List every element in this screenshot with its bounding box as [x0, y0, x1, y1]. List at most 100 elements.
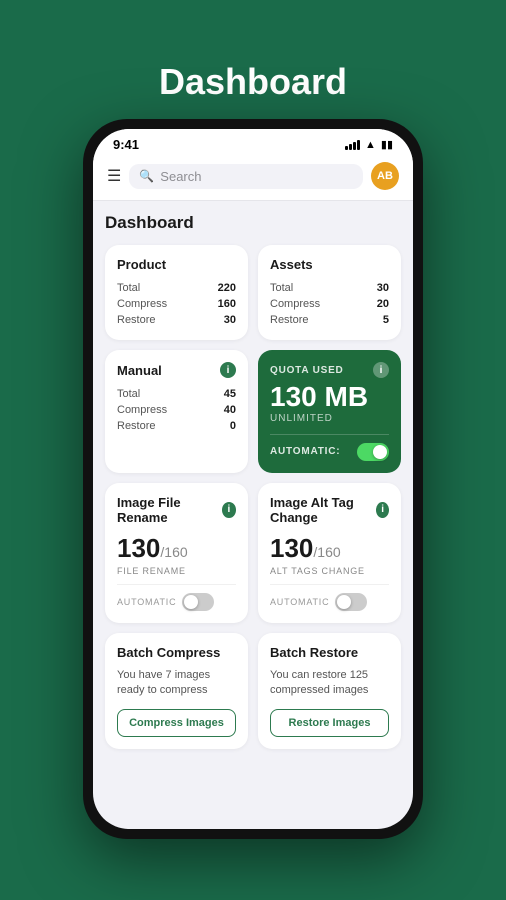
quota-label: Quota Used [270, 365, 344, 376]
quota-info-icon[interactable]: i [373, 362, 389, 378]
rename-card: Image File Rename i 130/160 File Rename … [105, 483, 248, 623]
manual-restore-value: 0 [230, 420, 236, 432]
rename-card-header: Image File Rename i [117, 495, 236, 525]
search-placeholder: Search [160, 169, 201, 184]
signal-icon [345, 140, 360, 150]
manual-card-title: Manual [117, 363, 162, 378]
assets-compress-label: Compress [270, 298, 320, 310]
rename-auto-toggle[interactable] [182, 593, 214, 611]
manual-compress-value: 40 [224, 404, 236, 416]
status-time: 9:41 [113, 137, 139, 152]
avatar[interactable]: AB [371, 162, 399, 190]
assets-total-value: 30 [377, 282, 389, 294]
wifi-icon: ▲ [365, 139, 376, 151]
assets-restore-value: 5 [383, 314, 389, 326]
assets-card-header: Assets [270, 257, 389, 272]
assets-card: Assets Total 30 Compress 20 Restore 5 [258, 245, 401, 340]
quota-value: 130 MB [270, 382, 389, 413]
rename-auto-label: Automatic [117, 597, 176, 607]
manual-info-icon[interactable]: i [220, 362, 236, 378]
product-card: Product Total 220 Compress 160 Restore [105, 245, 248, 340]
manual-total-value: 45 [224, 388, 236, 400]
product-restore-label: Restore [117, 314, 156, 326]
quota-toggle-thumb [373, 445, 387, 459]
alt-tag-value-row: 130/160 [270, 533, 389, 564]
quota-auto-label: Automatic: [270, 446, 340, 457]
product-stat-restore: Restore 30 [117, 312, 236, 328]
batch-restore-card: Batch Restore You can restore 125 compre… [258, 633, 401, 749]
manual-total-label: Total [117, 388, 140, 400]
batch-compress-title: Batch Compress [117, 645, 236, 660]
alt-tag-sublabel: Alt Tags Change [270, 566, 389, 576]
rename-sublabel: File Rename [117, 566, 236, 576]
assets-total-label: Total [270, 282, 293, 294]
phone-screen: 9:41 ▲ ▮▮ ☰ 🔍 Search [93, 129, 413, 829]
batch-compress-desc: You have 7 images ready to compress [117, 668, 236, 699]
dashboard-title: Dashboard [105, 213, 401, 233]
outer-wrapper: Dashboard 9:41 ▲ ▮▮ ☰ [0, 0, 506, 900]
restore-images-button[interactable]: Restore Images [270, 709, 389, 737]
alt-tag-auto-label: Automatic [270, 597, 329, 607]
cards-row-3: Image File Rename i 130/160 File Rename … [105, 483, 401, 623]
manual-stat-total: Total 45 [117, 386, 236, 402]
alt-tag-card-title: Image Alt Tag Change [270, 495, 376, 525]
product-card-title: Product [117, 257, 166, 272]
quota-header: Quota Used i [270, 362, 389, 378]
alt-tag-total: /160 [313, 544, 340, 560]
product-stat-total: Total 220 [117, 280, 236, 296]
main-content: Dashboard Product Total 220 Compress [93, 201, 413, 829]
product-stat-compress: Compress 160 [117, 296, 236, 312]
batch-restore-desc: You can restore 125 compressed images [270, 668, 389, 699]
search-icon: 🔍 [139, 169, 154, 183]
hamburger-icon[interactable]: ☰ [107, 166, 121, 186]
alt-tag-auto-row: Automatic [270, 584, 389, 611]
product-compress-value: 160 [218, 298, 236, 310]
manual-card: Manual i Total 45 Compress 40 Restore [105, 350, 248, 473]
alt-tag-card-header: Image Alt Tag Change i [270, 495, 389, 525]
assets-stat-restore: Restore 5 [270, 312, 389, 328]
manual-compress-label: Compress [117, 404, 167, 416]
phone-shell: 9:41 ▲ ▮▮ ☰ 🔍 Search [83, 119, 423, 839]
rename-total: /160 [160, 544, 187, 560]
product-restore-value: 30 [224, 314, 236, 326]
assets-restore-label: Restore [270, 314, 309, 326]
battery-icon: ▮▮ [381, 138, 393, 151]
assets-compress-value: 20 [377, 298, 389, 310]
quota-card: Quota Used i 130 MB Unlimited Automatic: [258, 350, 401, 473]
batch-restore-title: Batch Restore [270, 645, 389, 660]
batch-row: Batch Compress You have 7 images ready t… [105, 633, 401, 749]
batch-compress-card: Batch Compress You have 7 images ready t… [105, 633, 248, 749]
cards-row-2: Manual i Total 45 Compress 40 Restore [105, 350, 401, 473]
manual-restore-label: Restore [117, 420, 156, 432]
alt-tag-value: 130 [270, 533, 313, 563]
product-total-value: 220 [218, 282, 236, 294]
search-bar[interactable]: 🔍 Search [129, 164, 363, 189]
page-title: Dashboard [159, 61, 347, 103]
alt-tag-info-icon[interactable]: i [376, 502, 389, 518]
rename-toggle-thumb [184, 595, 198, 609]
product-compress-label: Compress [117, 298, 167, 310]
rename-info-icon[interactable]: i [222, 502, 236, 518]
quota-auto-toggle[interactable] [357, 443, 389, 461]
manual-card-header: Manual i [117, 362, 236, 378]
status-icons: ▲ ▮▮ [345, 138, 393, 151]
rename-auto-row: Automatic [117, 584, 236, 611]
manual-stat-compress: Compress 40 [117, 402, 236, 418]
quota-sub: Unlimited [270, 413, 389, 424]
top-nav: ☰ 🔍 Search AB [93, 156, 413, 201]
manual-stat-restore: Restore 0 [117, 418, 236, 434]
cards-row-1: Product Total 220 Compress 160 Restore [105, 245, 401, 340]
product-total-label: Total [117, 282, 140, 294]
assets-card-title: Assets [270, 257, 313, 272]
alt-tag-auto-toggle[interactable] [335, 593, 367, 611]
assets-stat-total: Total 30 [270, 280, 389, 296]
rename-value: 130 [117, 533, 160, 563]
compress-images-button[interactable]: Compress Images [117, 709, 236, 737]
alt-tag-toggle-thumb [337, 595, 351, 609]
rename-value-row: 130/160 [117, 533, 236, 564]
status-bar: 9:41 ▲ ▮▮ [93, 129, 413, 156]
alt-tag-card: Image Alt Tag Change i 130/160 Alt Tags … [258, 483, 401, 623]
product-card-header: Product [117, 257, 236, 272]
quota-footer: Automatic: [270, 434, 389, 461]
rename-card-title: Image File Rename [117, 495, 222, 525]
